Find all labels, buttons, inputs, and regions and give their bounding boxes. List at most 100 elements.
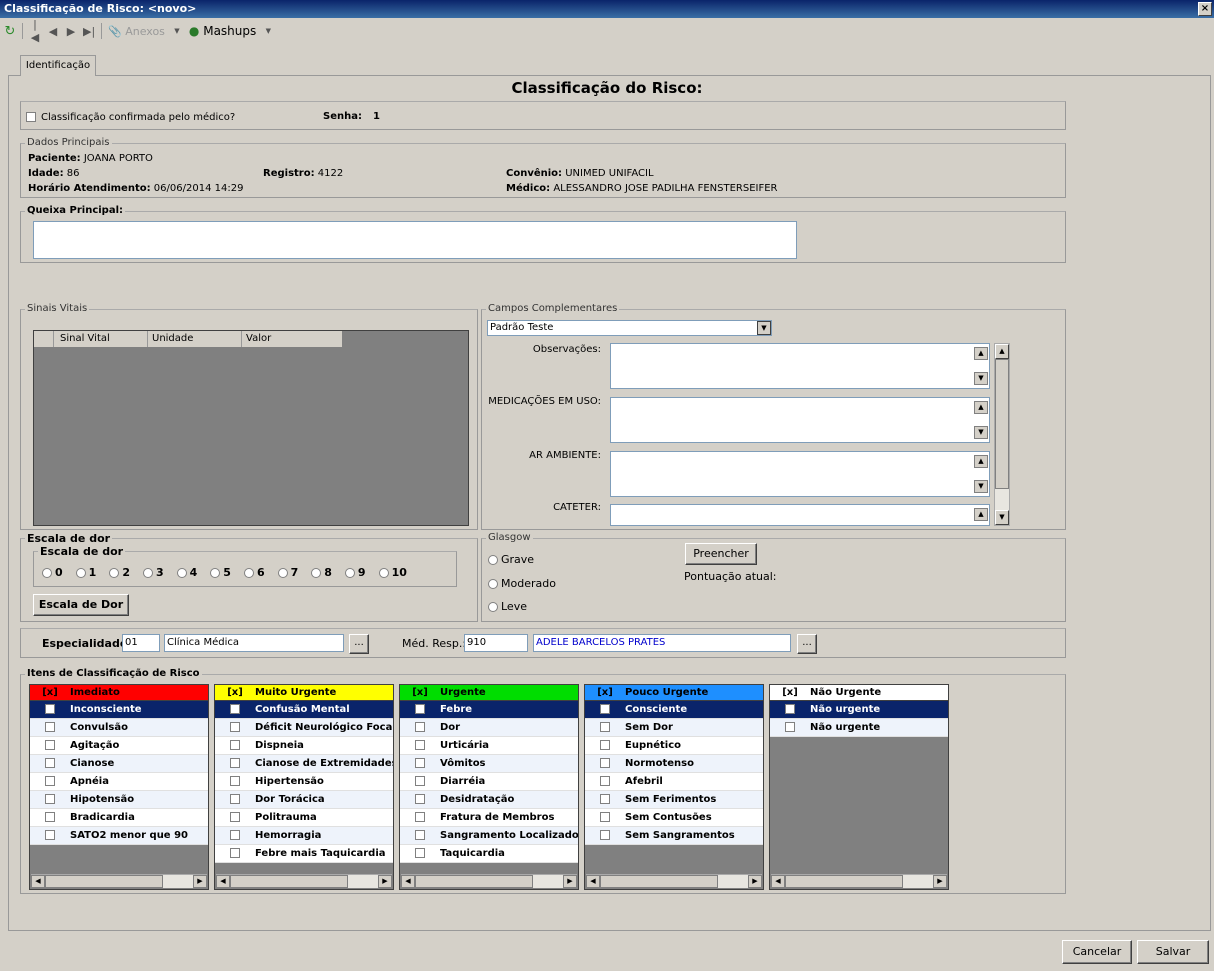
check-column-header[interactable]: [x] (30, 685, 70, 700)
scroll-up-icon[interactable]: ▲ (974, 401, 988, 414)
item-checkbox[interactable] (45, 776, 55, 786)
check-column-header[interactable]: [x] (215, 685, 255, 700)
dor-option-5[interactable]: 5 (210, 566, 231, 579)
scroll-up-icon[interactable]: ▲ (995, 344, 1009, 359)
item-checkbox[interactable] (600, 722, 610, 732)
radio-icon[interactable] (176, 568, 187, 578)
item-checkbox[interactable] (785, 704, 795, 714)
radio-icon[interactable] (488, 579, 498, 589)
item-checkbox[interactable] (415, 848, 425, 858)
scroll-right-icon[interactable]: ▶ (748, 875, 762, 888)
scroll-left-icon[interactable]: ◀ (31, 875, 45, 888)
list-item[interactable]: Politrauma (215, 809, 393, 827)
list-item[interactable]: Apnéia (30, 773, 208, 791)
glasgow-leve[interactable]: Leve (488, 600, 527, 613)
item-checkbox[interactable] (230, 740, 240, 750)
column-sinal-vital[interactable]: Sinal Vital (54, 331, 148, 347)
item-checkbox[interactable] (600, 794, 610, 804)
list-item[interactable]: Déficit Neurológico Focal (215, 719, 393, 737)
dor-option-2[interactable]: 2 (109, 566, 130, 579)
item-checkbox[interactable] (415, 812, 425, 822)
anexos-button[interactable]: 📎 Anexos (108, 25, 165, 38)
especialidade-code-input[interactable]: 01 (122, 634, 160, 652)
list-item[interactable]: Desidratação (400, 791, 578, 809)
item-checkbox[interactable] (600, 704, 610, 714)
column-valor[interactable]: Valor (242, 331, 342, 347)
scroll-down-icon[interactable]: ▼ (974, 372, 988, 385)
list-item[interactable]: Vômitos (400, 755, 578, 773)
list-item[interactable]: Bradicardia (30, 809, 208, 827)
radio-icon[interactable] (277, 568, 288, 578)
check-column-header[interactable]: [x] (585, 685, 625, 700)
refresh-icon[interactable]: ↻ (4, 24, 16, 39)
scroll-up-icon[interactable]: ▲ (974, 347, 988, 360)
dor-option-9[interactable]: 9 (344, 566, 366, 579)
radio-icon[interactable] (344, 568, 355, 578)
scroll-thumb[interactable] (45, 875, 163, 888)
list-item[interactable]: Não urgente (770, 719, 948, 737)
radio-icon[interactable] (243, 568, 254, 578)
horizontal-scrollbar[interactable]: ◀ ▶ (771, 874, 947, 888)
radio-icon[interactable] (378, 568, 389, 578)
list-item[interactable]: Dispneia (215, 737, 393, 755)
item-checkbox[interactable] (45, 794, 55, 804)
horizontal-scrollbar[interactable]: ◀ ▶ (31, 874, 207, 888)
glasgow-grave[interactable]: Grave (488, 553, 534, 566)
radio-icon[interactable] (75, 568, 86, 578)
radio-icon[interactable] (311, 568, 322, 578)
scroll-right-icon[interactable]: ▶ (933, 875, 947, 888)
cancel-button[interactable]: Cancelar (1062, 940, 1132, 964)
item-checkbox[interactable] (45, 758, 55, 768)
item-checkbox[interactable] (230, 812, 240, 822)
item-checkbox[interactable] (45, 722, 55, 732)
list-item[interactable]: Sem Contusões (585, 809, 763, 827)
med-resp-code-input[interactable]: 910 (464, 634, 528, 652)
radio-icon[interactable] (42, 568, 52, 578)
radio-icon[interactable] (488, 602, 498, 612)
radio-icon[interactable] (210, 568, 221, 578)
list-item[interactable]: Afebril (585, 773, 763, 791)
escala-dor-button[interactable]: Escala de Dor (33, 594, 129, 616)
item-checkbox[interactable] (415, 740, 425, 750)
item-checkbox[interactable] (415, 758, 425, 768)
item-checkbox[interactable] (600, 830, 610, 840)
cateter-input[interactable]: ▲ (610, 504, 990, 526)
list-item[interactable]: Sem Dor (585, 719, 763, 737)
med-resp-lookup-button[interactable]: ... (797, 634, 817, 654)
chevron-down-icon[interactable]: ▼ (262, 27, 274, 35)
radio-icon[interactable] (488, 555, 498, 565)
item-checkbox[interactable] (230, 704, 240, 714)
item-checkbox[interactable] (600, 740, 610, 750)
scroll-right-icon[interactable]: ▶ (563, 875, 577, 888)
list-item[interactable]: Hipertensão (215, 773, 393, 791)
list-item[interactable]: Sangramento Localizado (400, 827, 578, 845)
list-item[interactable]: Consciente (585, 701, 763, 719)
list-item[interactable]: Sem Ferimentos (585, 791, 763, 809)
category-grid-1[interactable]: [x] Muito Urgente Confusão Mental Déficit N… (214, 684, 394, 890)
dor-option-1[interactable]: 1 (75, 566, 96, 579)
scroll-thumb[interactable] (600, 875, 718, 888)
category-name[interactable]: Não Urgente (810, 685, 881, 700)
horizontal-scrollbar[interactable]: ◀ ▶ (216, 874, 392, 888)
scroll-thumb[interactable] (415, 875, 533, 888)
list-item[interactable]: Fratura de Membros (400, 809, 578, 827)
item-checkbox[interactable] (230, 758, 240, 768)
dor-option-7[interactable]: 7 (277, 566, 298, 579)
scroll-right-icon[interactable]: ▶ (378, 875, 392, 888)
last-record-icon[interactable]: ▶| (83, 25, 95, 38)
campos-scrollbar[interactable]: ▲ ▼ (994, 343, 1010, 526)
first-record-icon[interactable]: |◀ (29, 18, 41, 44)
ar-ambiente-input[interactable]: ▲ ▼ (610, 451, 990, 497)
category-name[interactable]: Muito Urgente (255, 685, 336, 700)
category-name[interactable]: Pouco Urgente (625, 685, 708, 700)
list-item[interactable]: Normotenso (585, 755, 763, 773)
item-checkbox[interactable] (230, 848, 240, 858)
list-item[interactable]: Sem Sangramentos (585, 827, 763, 845)
item-checkbox[interactable] (45, 812, 55, 822)
check-column-header[interactable]: [x] (400, 685, 440, 700)
scroll-up-icon[interactable]: ▲ (974, 455, 988, 468)
category-grid-2[interactable]: [x] Urgente Febre Dor Urticária Vômitos Diarré… (399, 684, 579, 890)
scroll-down-icon[interactable]: ▼ (974, 426, 988, 439)
category-grid-0[interactable]: [x] Imediato Inconsciente Convulsão Agitação… (29, 684, 209, 890)
list-item[interactable]: Taquicardia (400, 845, 578, 863)
